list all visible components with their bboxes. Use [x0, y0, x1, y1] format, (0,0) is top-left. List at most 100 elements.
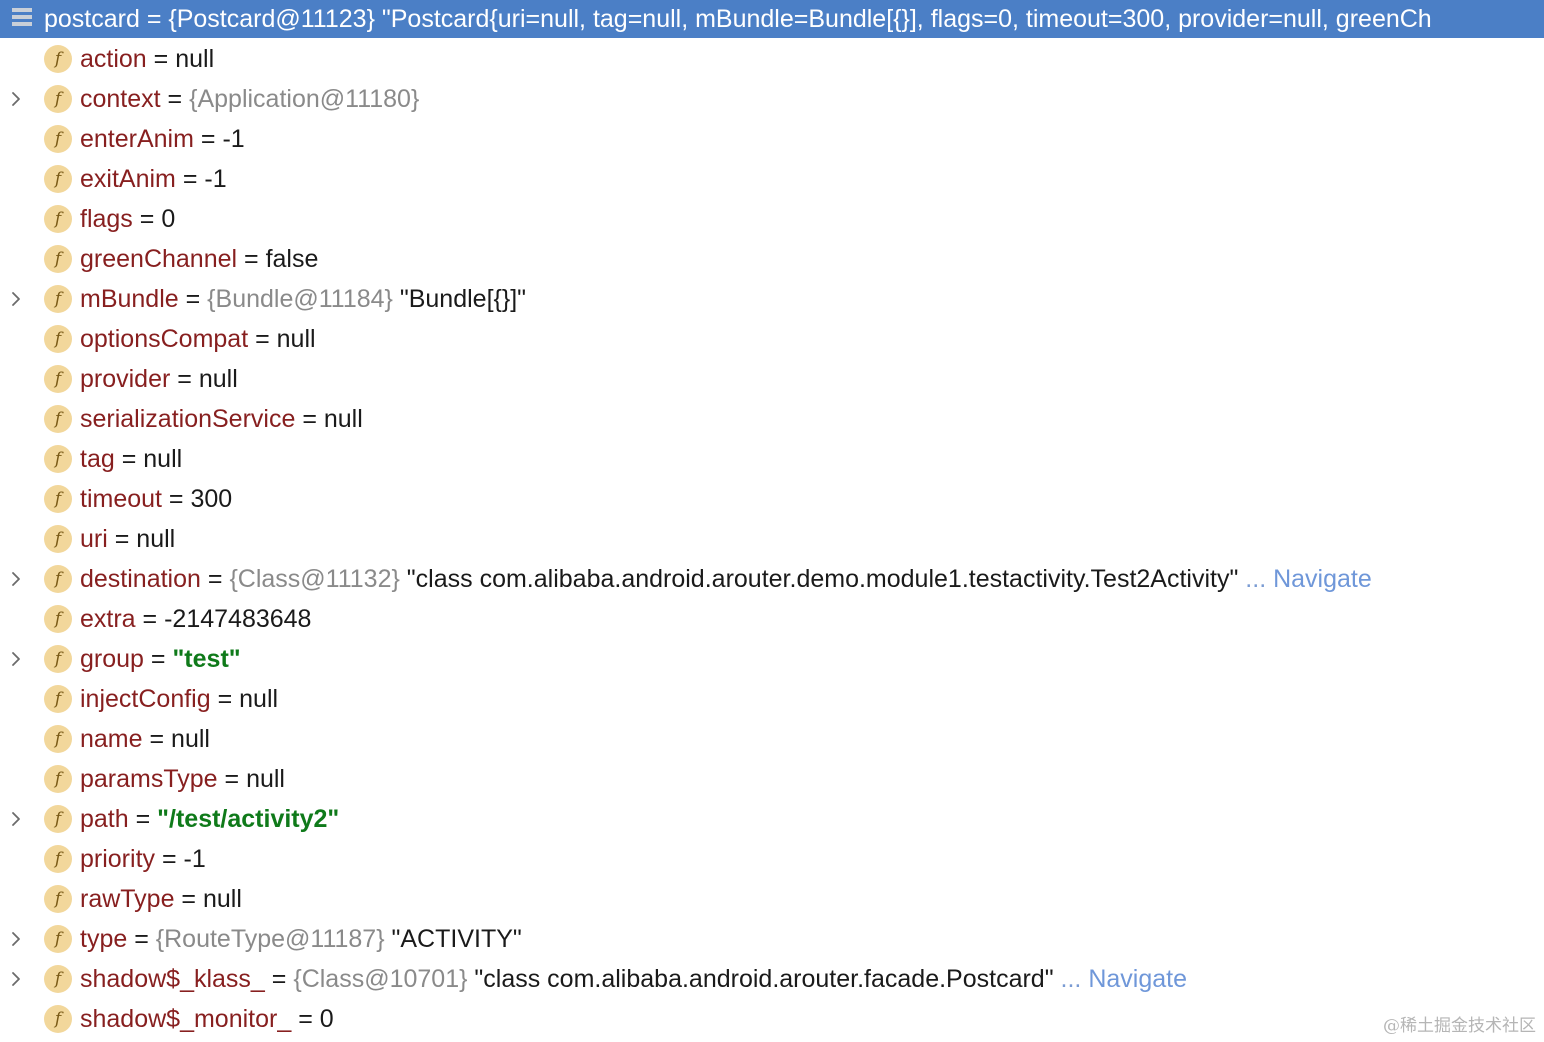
field-icon: f — [44, 605, 72, 633]
field-value: "class com.alibaba.android.arouter.demo.… — [399, 565, 1239, 593]
chevron-right-icon[interactable] — [8, 651, 24, 667]
field-value: null — [175, 45, 215, 73]
variable-row[interactable]: f provider = null — [0, 359, 1544, 399]
variable-content: greenChannel = false — [80, 239, 318, 279]
field-icon: f — [44, 205, 72, 233]
chevron-right-icon[interactable] — [8, 931, 24, 947]
chevron-right-icon[interactable] — [8, 291, 24, 307]
field-icon: f — [44, 1005, 72, 1033]
field-name: shadow$_klass_ — [80, 965, 265, 993]
field-icon: f — [44, 845, 72, 873]
equals-sign: = — [143, 645, 173, 673]
field-icon: f — [44, 165, 72, 193]
variable-row[interactable]: f greenChannel = false — [0, 239, 1544, 279]
variable-content: extra = -2147483648 — [80, 599, 311, 639]
variable-row[interactable]: f action = null — [0, 39, 1544, 79]
field-name: injectConfig — [80, 685, 211, 713]
variable-row[interactable]: f shadow$_klass_ = {Class@10701} "class c… — [0, 959, 1544, 999]
field-name: greenChannel — [80, 245, 238, 273]
equals-sign: = — [264, 965, 294, 993]
field-name: flags — [80, 205, 133, 233]
field-icon: f — [44, 325, 72, 353]
variable-row[interactable]: f tag = null — [0, 439, 1544, 479]
field-value: null — [276, 325, 316, 353]
ellipsis: ... — [1053, 965, 1089, 993]
field-icon: f — [44, 645, 72, 673]
string-value: "/test/activity2" — [157, 805, 340, 833]
variable-row[interactable]: f type = {RouteType@11187} "ACTIVITY" — [0, 919, 1544, 959]
variable-content: enterAnim = -1 — [80, 119, 245, 159]
variable-row[interactable]: f injectConfig = null — [0, 679, 1544, 719]
chevron-right-icon[interactable] — [8, 91, 24, 107]
field-name: name — [80, 725, 143, 753]
equals-sign: = — [161, 485, 191, 513]
variable-row[interactable]: f priority = -1 — [0, 839, 1544, 879]
navigate-link[interactable]: Navigate — [1273, 565, 1372, 593]
field-name: destination — [80, 565, 201, 593]
debugger-variables-panel: postcard = {Postcard@11123} "Postcard{ur… — [0, 0, 1544, 1042]
navigate-link[interactable]: Navigate — [1088, 965, 1187, 993]
variable-row[interactable]: f exitAnim = -1 — [0, 159, 1544, 199]
field-value: false — [265, 245, 319, 273]
field-name: optionsCompat — [80, 325, 249, 353]
field-name: exitAnim — [80, 165, 176, 193]
field-value: "Bundle[{}]" — [392, 285, 527, 313]
variable-content: rawType = null — [80, 879, 242, 919]
selected-variable-row[interactable]: postcard = {Postcard@11123} "Postcard{ur… — [0, 0, 1544, 38]
variable-row[interactable]: f flags = 0 — [0, 199, 1544, 239]
equals-sign: = — [127, 925, 156, 953]
variable-content: action = null — [80, 39, 214, 79]
equals-sign: = — [170, 365, 199, 393]
variable-content: flags = 0 — [80, 199, 175, 239]
equals-sign: = — [142, 725, 172, 753]
field-value: -1 — [204, 165, 227, 193]
chevron-right-icon[interactable] — [8, 811, 24, 827]
string-value: "test" — [172, 645, 241, 673]
field-icon: f — [44, 805, 72, 833]
object-reference: {Class@11132} — [229, 565, 400, 593]
variable-row[interactable]: f enterAnim = -1 — [0, 119, 1544, 159]
variable-row[interactable]: f destination = {Class@11132} "class com.… — [0, 559, 1544, 599]
chevron-right-icon[interactable] — [8, 571, 24, 587]
field-name: uri — [80, 525, 108, 553]
variable-row[interactable]: f path = "/test/activity2" — [0, 799, 1544, 839]
field-name: timeout — [80, 485, 162, 513]
variable-row[interactable]: f rawType = null — [0, 879, 1544, 919]
equals-sign: = — [107, 525, 137, 553]
variable-row[interactable]: f timeout = 300 — [0, 479, 1544, 519]
variable-row[interactable]: f serializationService = null — [0, 399, 1544, 439]
equals-sign: = — [128, 805, 158, 833]
variable-row[interactable]: f context = {Application@11180} — [0, 79, 1544, 119]
variable-content: name = null — [80, 719, 210, 759]
variable-row[interactable]: f extra = -2147483648 — [0, 599, 1544, 639]
variable-row[interactable]: f mBundle = {Bundle@11184} "Bundle[{}]" — [0, 279, 1544, 319]
variable-content: exitAnim = -1 — [80, 159, 227, 199]
object-reference: {Bundle@11184} — [207, 285, 393, 313]
field-name: context — [80, 85, 161, 113]
object-reference: {Class@10701} — [293, 965, 468, 993]
field-name: provider — [80, 365, 171, 393]
ellipsis: ... — [1238, 565, 1274, 593]
field-name: priority — [80, 845, 156, 873]
field-icon: f — [44, 85, 72, 113]
field-icon: f — [44, 525, 72, 553]
field-name: serializationService — [80, 405, 296, 433]
variable-row[interactable]: f optionsCompat = null — [0, 319, 1544, 359]
field-name: type — [80, 925, 128, 953]
field-value: -1 — [222, 125, 245, 153]
field-name: enterAnim — [80, 125, 194, 153]
equals-sign: = — [132, 205, 162, 233]
variable-row[interactable]: f uri = null — [0, 519, 1544, 559]
chevron-right-icon[interactable] — [8, 971, 24, 987]
variable-row[interactable]: f paramsType = null — [0, 759, 1544, 799]
equals-sign: = — [200, 565, 230, 593]
variable-content: injectConfig = null — [80, 679, 278, 719]
variable-row[interactable]: f shadow$_monitor_ = 0 — [0, 999, 1544, 1039]
field-value: "class com.alibaba.android.arouter.facad… — [467, 965, 1054, 993]
field-name: mBundle — [80, 285, 179, 313]
variable-content: priority = -1 — [80, 839, 206, 879]
field-icon: f — [44, 365, 72, 393]
variable-row[interactable]: f group = "test" — [0, 639, 1544, 679]
variable-row[interactable]: f name = null — [0, 719, 1544, 759]
equals-sign: = — [178, 285, 208, 313]
